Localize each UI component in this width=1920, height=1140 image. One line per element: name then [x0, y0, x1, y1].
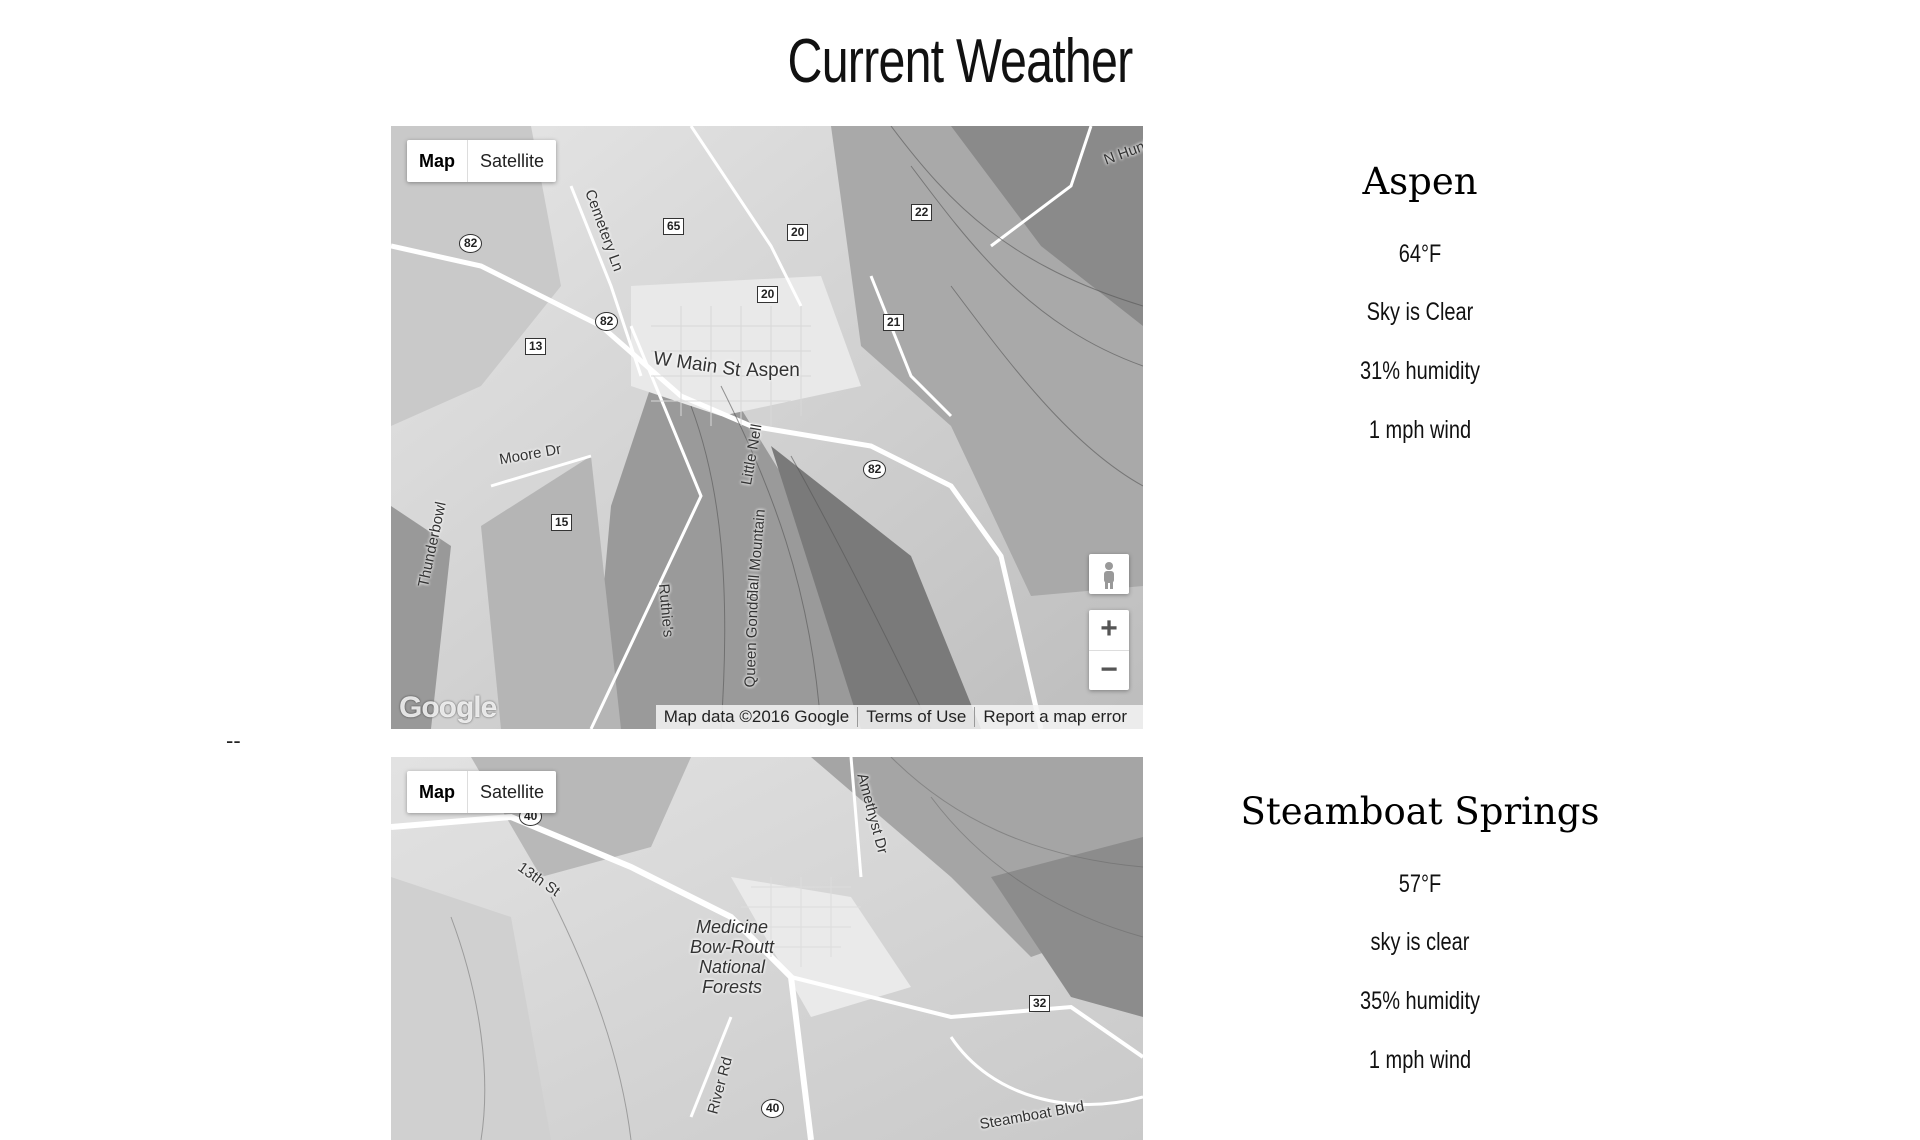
zoom-out-button[interactable]: − — [1089, 651, 1129, 691]
humidity: 35% humidity — [1359, 987, 1481, 1015]
google-logo: Google — [399, 691, 497, 724]
route-shield: 20 — [787, 224, 809, 241]
map-label-town: Aspen — [746, 360, 800, 381]
map-label-forest: Medicine Bow-Routt National Forests — [689, 917, 775, 997]
map-type-map-button[interactable]: Map — [407, 140, 468, 182]
pegman-icon — [1104, 562, 1114, 589]
conditions: Sky is Clear — [1366, 298, 1474, 326]
city-name: Steamboat Springs — [1240, 790, 1600, 833]
map-type-satellite-button[interactable]: Satellite — [468, 140, 556, 182]
separator: -- — [226, 728, 241, 753]
map-attribution: Map data ©2016 Google Terms of Use Repor… — [655, 705, 1143, 729]
map-type-map-button[interactable]: Map — [407, 771, 468, 813]
map-data-credit: Map data ©2016 Google — [663, 707, 850, 726]
city-name: Aspen — [1362, 160, 1478, 203]
temperature: 64°F — [1398, 240, 1442, 268]
route-shield: 13 — [525, 338, 547, 355]
aspen-weather-panel: Aspen 64°F Sky is Clear 31% humidity 1 m… — [1200, 160, 1640, 480]
aspen-map[interactable]: 82 65 20 22 20 21 82 13 82 15 Aspen W Ma… — [391, 126, 1143, 729]
steamboat-map[interactable]: 40 32 40 Medicine Bow-Routt National For… — [391, 757, 1143, 1140]
route-shield: 20 — [757, 286, 779, 303]
map-type-control: Map Satellite — [407, 140, 557, 182]
conditions: sky is clear — [1370, 928, 1470, 956]
pegman-button[interactable] — [1089, 554, 1129, 594]
zoom-control: + − — [1089, 610, 1129, 690]
report-map-error-link[interactable]: Report a map error — [974, 707, 1135, 727]
steamboat-weather-panel: Steamboat Springs 57°F sky is clear 35% … — [1200, 790, 1640, 1110]
route-shield: 21 — [883, 314, 905, 331]
route-shield: 22 — [911, 204, 933, 221]
terms-of-use-link[interactable]: Terms of Use — [857, 707, 974, 727]
wind: 1 mph wind — [1368, 416, 1472, 444]
map-terrain — [391, 126, 1143, 729]
route-shield: 65 — [663, 218, 685, 235]
map-type-control: Map Satellite — [407, 771, 557, 813]
zoom-in-button[interactable]: + — [1089, 610, 1129, 651]
humidity: 31% humidity — [1359, 357, 1481, 385]
page-title: Current Weather — [787, 27, 1134, 96]
route-shield: 32 — [1029, 995, 1051, 1012]
route-shield: 15 — [551, 514, 573, 531]
map-type-satellite-button[interactable]: Satellite — [468, 771, 556, 813]
temperature: 57°F — [1398, 870, 1442, 898]
wind: 1 mph wind — [1368, 1046, 1472, 1074]
